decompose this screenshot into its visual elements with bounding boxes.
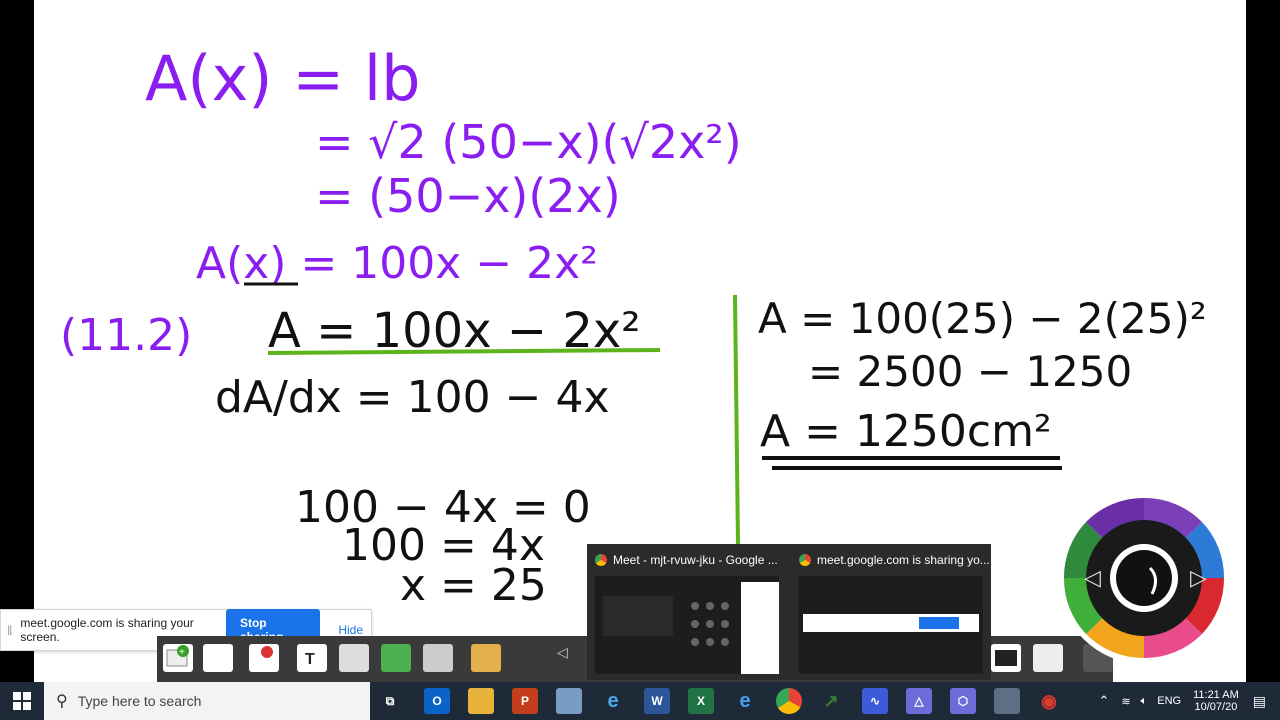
svg-text:▷: ▷ [1190,565,1207,590]
wifi-icon[interactable]: ≋ [1121,695,1130,708]
ink-question-label: (11.2) [60,310,192,361]
app-e-icon[interactable]: ◉ [1036,688,1062,714]
svg-text:+: + [179,647,185,658]
thumbnail-preview [799,576,983,674]
volume-icon[interactable]: 🔈︎ [1141,695,1148,708]
ink-line-4: A(x) = 100x − 2x² [196,238,598,289]
word-icon[interactable]: W [644,688,670,714]
ink-s1: A = 100(25) − 2(25)² [758,294,1207,343]
svg-text:◁: ◁ [1084,565,1101,590]
show-hidden-icons-icon[interactable]: ⌃ [1099,693,1110,709]
excel-icon[interactable]: X [688,688,714,714]
chrome-taskbar-icon[interactable] [776,688,802,714]
camera-icon[interactable] [423,644,453,672]
notification-icon[interactable]: ▤ [1253,693,1266,710]
app-d-icon[interactable]: ⬡ [950,688,976,714]
ink-line-3: = (50−x)(2x) [315,169,621,223]
file-explorer-icon[interactable] [468,688,494,714]
app-b-icon[interactable]: ∿ [862,688,888,714]
clock-date: 10/07/20 [1194,701,1238,713]
chrome-icon [595,554,607,566]
pen-tool-wheel[interactable]: ◁ ▷ [1056,490,1232,666]
ink-r2: dA/dx = 100 − 4x [215,372,610,423]
language-indicator[interactable]: ENG [1157,695,1181,707]
powerpoint-icon[interactable]: P [512,688,538,714]
search-placeholder: Type here to search [77,693,202,709]
ink-line-2: = √2 (50−x)(√2x²) [315,115,742,169]
ink-line-a-def: A(x) = lb [145,42,420,115]
thumbnail-title: meet.google.com is sharing yo... [817,553,990,567]
smart-notebook-icon[interactable] [994,688,1020,714]
film-icon[interactable] [339,644,369,672]
text-tool-icon[interactable]: T [297,644,327,672]
collapse-left-icon[interactable]: ◁ [557,644,587,672]
taskbar-search-box[interactable]: ⚲ Type here to search [44,682,370,720]
gallery-icon[interactable] [381,644,411,672]
thumbnail-sharing[interactable]: meet.google.com is sharing yo... [791,544,990,680]
delete-page-icon[interactable] [249,644,279,672]
thumbnail-meet[interactable]: Meet - mjt-rvuw-jku - Google ... [587,544,785,680]
windows-start-icon[interactable] [9,688,35,714]
green-divider [733,294,740,546]
search-icon: ⚲ [56,693,68,710]
ink-r5: x = 25 [400,560,547,611]
thumbnail-preview [595,576,779,674]
app-c-icon[interactable]: △ [906,688,932,714]
ink-s2: = 2500 − 1250 [808,347,1132,396]
thumbnail-title: Meet - mjt-rvuw-jku - Google ... [613,553,778,567]
clock[interactable]: 11:21 AM 10/07/20 [1193,689,1239,713]
add-page-icon[interactable]: + [163,644,193,672]
taskbar-thumbnail-popup: Meet - mjt-rvuw-jku - Google ... meet.go… [587,544,991,680]
paint-app-icon[interactable] [556,688,582,714]
fullscreen-icon[interactable] [991,644,1021,672]
edge-icon[interactable]: e [732,688,758,714]
duplicate-page-icon[interactable] [203,644,233,672]
internet-explorer-icon[interactable]: e [600,688,626,714]
chrome-icon [799,554,811,566]
task-view-icon[interactable]: ⧉ [377,688,403,714]
app-a-icon[interactable]: ↗ [818,688,844,714]
system-tray: ⌃ ≋ 🔈︎ ENG 11:21 AM 10/07/20 ▤ [1099,682,1280,720]
svg-text:T: T [305,651,315,668]
clock-time: 11:21 AM [1193,689,1239,701]
outlook-icon[interactable]: O [424,688,450,714]
drag-handle-icon[interactable]: ‖ [7,623,12,638]
screen-capture-icon[interactable] [471,644,501,672]
windows-taskbar: ⚲ Type here to search ⧉ O P e W X e ↗ ∿ … [0,682,1280,720]
ink-s3: A = 1250cm² [760,406,1052,457]
